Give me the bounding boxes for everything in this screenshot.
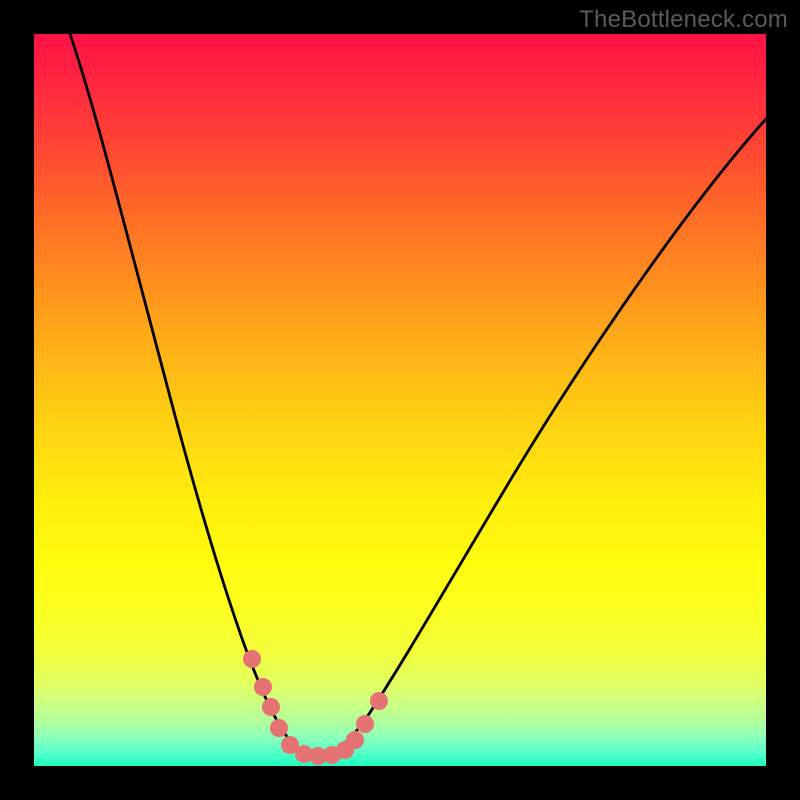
plot-area bbox=[34, 34, 766, 766]
chart-svg bbox=[34, 34, 766, 766]
bottleneck-curve bbox=[70, 34, 766, 757]
chart-frame: TheBottleneck.com bbox=[0, 0, 800, 800]
watermark-text: TheBottleneck.com bbox=[579, 6, 788, 34]
marker-cluster bbox=[243, 650, 388, 765]
